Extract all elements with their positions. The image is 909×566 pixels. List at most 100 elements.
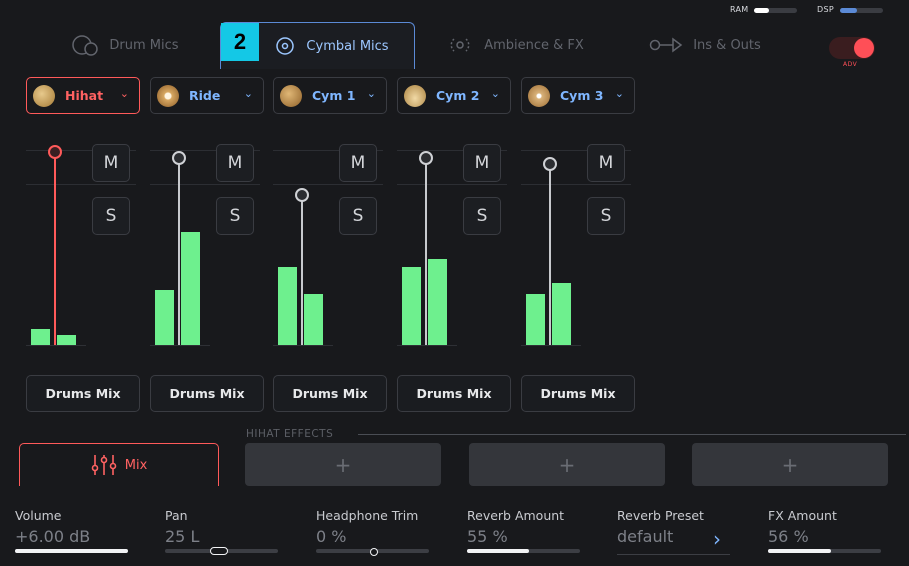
cymbal-thumbnail-icon	[157, 84, 179, 107]
ram-label: RAM	[730, 5, 749, 14]
chevron-down-icon: ⌄	[490, 87, 500, 100]
adv-toggle[interactable]	[829, 37, 875, 59]
chevron-down-icon: ⌄	[243, 87, 253, 100]
fader-handle[interactable]	[172, 150, 186, 165]
solo-button[interactable]: S	[339, 197, 377, 235]
fader-gridline	[273, 184, 383, 185]
fader-gridline	[26, 184, 136, 185]
fx-slot-add-button[interactable]: +	[692, 443, 888, 486]
level-meter-bar	[278, 267, 297, 345]
fader-handle[interactable]	[419, 150, 433, 165]
output-routing-button[interactable]: Drums Mix	[26, 375, 140, 412]
mic-select-cym-1[interactable]: Cym 1 ⌄	[273, 77, 387, 114]
fader-track[interactable]	[178, 157, 180, 345]
reverb-preset-select[interactable]: default	[617, 527, 673, 546]
ram-meter	[754, 8, 797, 13]
fx-amount-label: FX Amount	[768, 508, 837, 523]
tab-label: Cymbal Mics	[306, 38, 389, 54]
mute-button[interactable]: M	[216, 144, 254, 182]
pan-handle[interactable]	[210, 547, 229, 555]
fx-slot-add-button[interactable]: +	[245, 443, 441, 486]
pan-slider[interactable]	[165, 547, 278, 555]
level-meter-bar	[304, 294, 323, 345]
fx-mix-label: Mix	[124, 457, 148, 473]
effects-divider	[358, 434, 906, 435]
meter-baseline	[273, 345, 333, 346]
solo-button[interactable]: S	[92, 197, 130, 235]
mic-select-label: Cym 1	[312, 88, 356, 103]
fader-handle[interactable]	[543, 156, 557, 171]
output-routing-button[interactable]: Drums Mix	[273, 375, 387, 412]
fader-track[interactable]	[425, 157, 427, 345]
mute-button[interactable]: M	[463, 144, 501, 182]
level-meter-bar	[402, 267, 421, 345]
mic-select-label: Cym 3	[560, 88, 604, 103]
meter-baseline	[150, 345, 210, 346]
mic-select-hihat[interactable]: Hihat ⌄	[26, 77, 140, 114]
cymbal-thumbnail-icon	[33, 84, 55, 107]
fader-handle[interactable]	[48, 145, 62, 159]
tab-number-badge: 2	[221, 23, 259, 61]
fx-amount-slider-fill	[768, 549, 832, 553]
cymbal-thumbnail-icon	[528, 84, 550, 107]
solo-button[interactable]: S	[587, 197, 625, 235]
volume-label: Volume	[15, 508, 62, 523]
mute-button[interactable]: M	[587, 144, 625, 182]
mute-button[interactable]: M	[92, 144, 130, 182]
tab-ins-outs[interactable]: Ins & Outs	[620, 22, 790, 68]
reverb-amount-slider-fill	[467, 549, 530, 553]
level-meter-bar	[181, 231, 200, 345]
fader-track[interactable]	[301, 194, 303, 345]
chevron-down-icon: ⌄	[614, 87, 624, 100]
volume-slider-fill	[15, 549, 128, 553]
trim-handle[interactable]	[369, 548, 378, 556]
mic-select-ride[interactable]: Ride ⌄	[150, 77, 264, 114]
mic-select-cym-2[interactable]: Cym 2 ⌄	[397, 77, 511, 114]
fx-mix-button[interactable]: Mix	[19, 443, 219, 486]
mute-button[interactable]: M	[339, 144, 377, 182]
mic-select-cym-3[interactable]: Cym 3 ⌄	[521, 77, 635, 114]
fader-track[interactable]	[54, 152, 56, 345]
level-meter-bar	[428, 259, 447, 345]
reverb-amount-slider[interactable]	[467, 549, 580, 553]
output-routing-button[interactable]: Drums Mix	[397, 375, 511, 412]
dsp-meter	[840, 8, 883, 13]
reverb-amount-value: 55 %	[467, 527, 508, 546]
ins-outs-icon	[649, 37, 683, 53]
fx-amount-value: 56 %	[768, 527, 809, 546]
ram-meter-fill	[754, 8, 770, 13]
output-routing-button[interactable]: Drums Mix	[150, 375, 264, 412]
fader-gridline	[150, 184, 260, 185]
chevron-right-icon[interactable]: ›	[713, 527, 721, 551]
solo-button[interactable]: S	[216, 197, 254, 235]
tab-label: Ambience & FX	[484, 37, 584, 53]
reverb-preset-label: Reverb Preset	[617, 508, 704, 523]
fx-amount-slider[interactable]	[768, 549, 881, 553]
mic-select-label: Cym 2	[436, 88, 480, 103]
toggle-knob	[854, 38, 874, 58]
tab-cymbal-mics[interactable]: 2 Cymbal Mics	[220, 22, 415, 69]
output-routing-button[interactable]: Drums Mix	[521, 375, 635, 412]
mic-select-label: Hihat	[65, 88, 104, 103]
fader-handle[interactable]	[295, 187, 309, 202]
tab-label: Ins & Outs	[693, 37, 761, 53]
tab-ambience-fx[interactable]: Ambience & FX	[430, 22, 600, 68]
cymbal-thumbnail-icon	[404, 84, 426, 107]
fader-gridline	[521, 184, 631, 185]
level-meter-bar	[155, 290, 174, 345]
meter-baseline	[521, 345, 581, 346]
pan-label: Pan	[165, 508, 188, 523]
fx-slot-add-button[interactable]: +	[469, 443, 665, 486]
solo-button[interactable]: S	[463, 197, 501, 235]
dsp-meter-fill	[840, 8, 858, 13]
reverb-preset-underline	[617, 554, 730, 555]
headphone-trim-value: 0 %	[316, 527, 347, 546]
headphone-trim-slider[interactable]	[316, 548, 429, 556]
reverb-amount-label: Reverb Amount	[467, 508, 565, 523]
fader-track[interactable]	[549, 163, 551, 345]
tab-drum-mics[interactable]: Drum Mics	[40, 22, 210, 68]
pan-value: 25 L	[165, 527, 200, 546]
effects-title: HIHAT EFFECTS	[246, 428, 334, 440]
mic-select-label: Ride	[189, 88, 221, 103]
volume-slider[interactable]	[15, 549, 128, 553]
